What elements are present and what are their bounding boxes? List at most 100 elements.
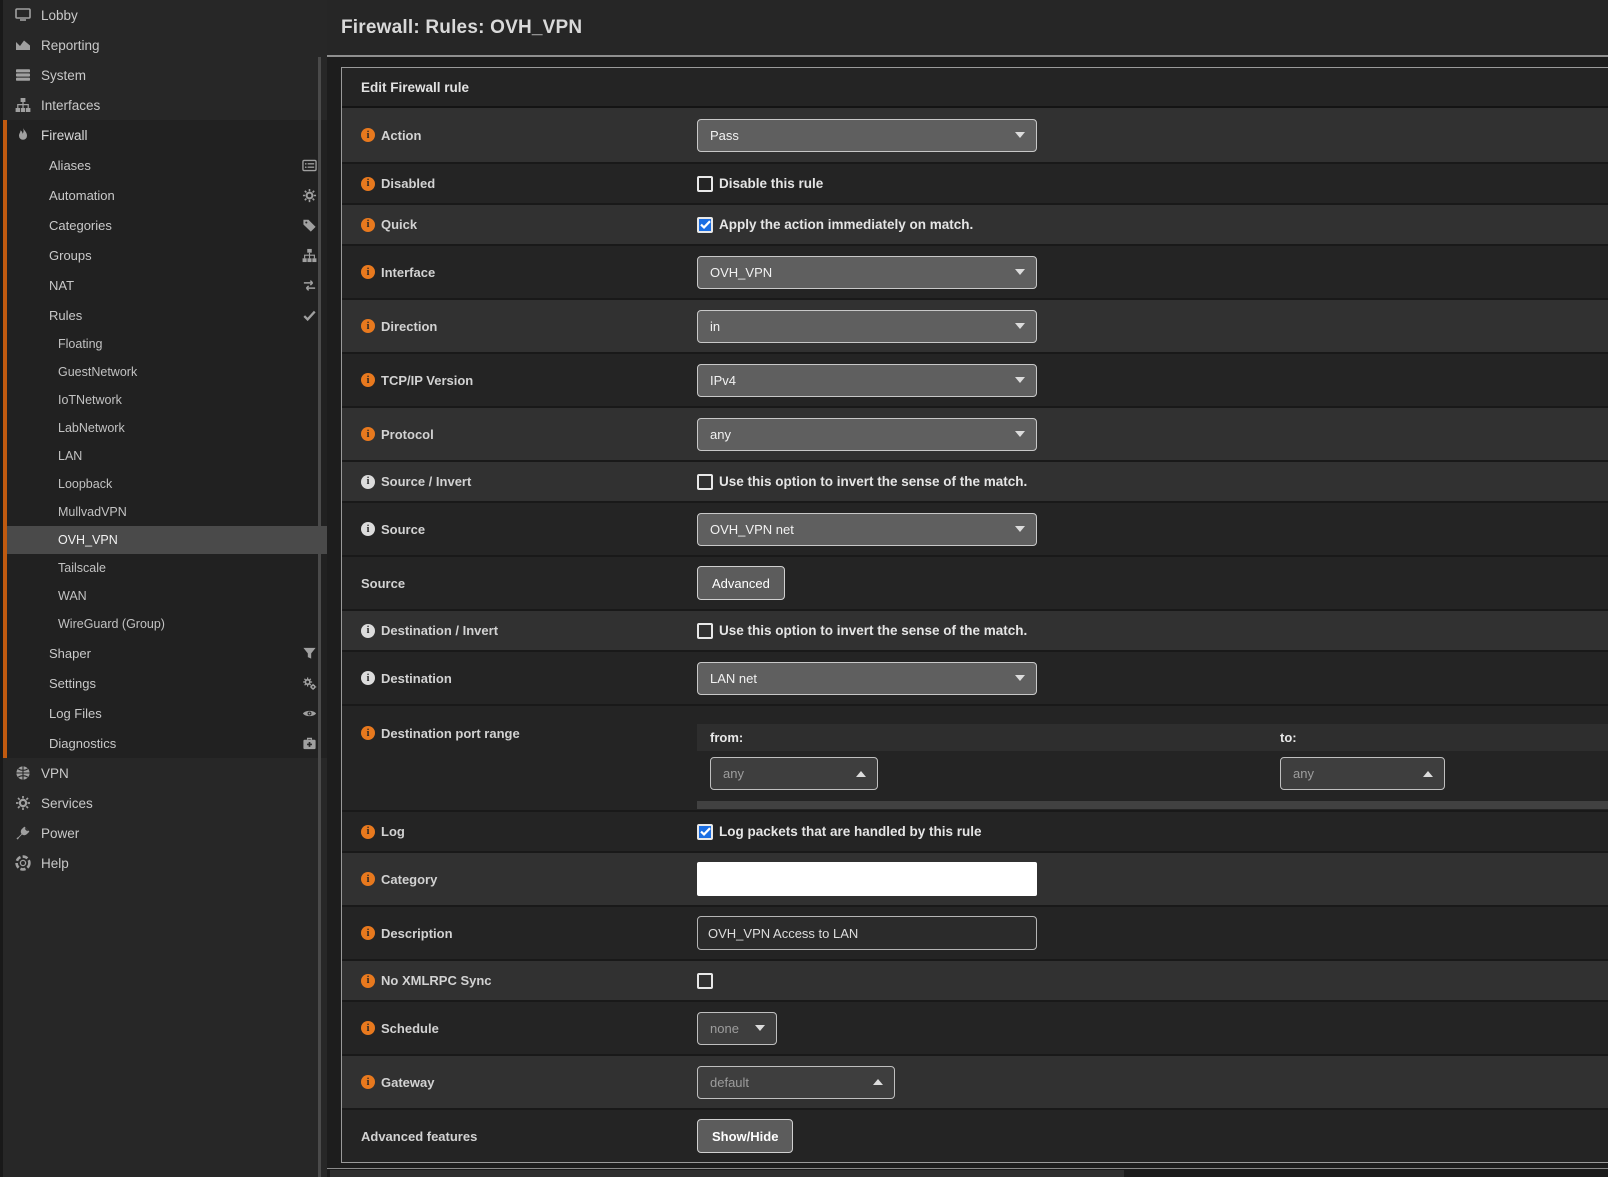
description-input[interactable] [697, 916, 1037, 950]
form-row-schedule: iSchedulenone [342, 1000, 1608, 1054]
sidebar-item-label: IoTNetwork [58, 393, 122, 407]
row-label-cell: iDestination / Invert [342, 611, 697, 650]
sidebar-item-settings[interactable]: Settings [7, 668, 327, 698]
source-select[interactable]: OVH_VPN net [697, 513, 1037, 546]
sidebar-item-interfaces[interactable]: Interfaces [3, 90, 327, 120]
interface-select[interactable]: OVH_VPN [697, 256, 1037, 289]
sidebar-item-power[interactable]: Power [3, 818, 327, 848]
port-from-cell: any [697, 757, 1267, 790]
sidebar-firewall-section: FirewallAliasesAutomationCategoriesGroup… [3, 120, 327, 758]
row-label: Quick [381, 217, 417, 232]
select-value: Pass [710, 128, 739, 143]
port-from-select[interactable]: any [710, 757, 878, 790]
sidebar-item-label: LabNetwork [58, 421, 125, 435]
info-icon[interactable]: i [361, 926, 375, 940]
medkit-icon [301, 736, 317, 751]
sidebar-item-groups[interactable]: Groups [7, 240, 327, 270]
sidebar-item-nat[interactable]: NAT [7, 270, 327, 300]
info-icon[interactable]: i [361, 671, 375, 685]
sidebar-scrollbar[interactable] [318, 57, 321, 1177]
row-label: Gateway [381, 1075, 434, 1090]
info-icon[interactable]: i [361, 319, 375, 333]
sidebar-item-help[interactable]: Help [3, 848, 327, 878]
category-input[interactable] [697, 862, 1037, 896]
info-icon[interactable]: i [361, 726, 375, 740]
source-advanced-button[interactable]: Advanced [697, 566, 785, 600]
gateway-select[interactable]: default [697, 1066, 895, 1099]
info-icon[interactable]: i [361, 1021, 375, 1035]
sidebar-item-rules[interactable]: Rules [7, 300, 327, 330]
advanced-features-button[interactable]: Show/Hide [697, 1119, 793, 1153]
info-icon[interactable]: i [361, 177, 375, 191]
row-control-cell: Disable this rule [697, 164, 1608, 203]
info-icon[interactable]: i [361, 218, 375, 232]
sidebar-item-firewall[interactable]: Firewall [7, 120, 327, 150]
sidebar-item-lobby[interactable]: Lobby [3, 0, 327, 30]
sidebar-item-lan[interactable]: LAN [7, 442, 327, 470]
sidebar-item-wireguard-group[interactable]: WireGuard (Group) [7, 610, 327, 638]
horizontal-scrollbar-thumb[interactable] [330, 1170, 1124, 1177]
sidebar-item-guestnetwork[interactable]: GuestNetwork [7, 358, 327, 386]
info-icon[interactable]: i [361, 624, 375, 638]
info-icon[interactable]: i [361, 522, 375, 536]
sidebar-item-categories[interactable]: Categories [7, 210, 327, 240]
row-label: No XMLRPC Sync [381, 973, 492, 988]
horizontal-scrollbar[interactable] [327, 1168, 1608, 1177]
sidebar-item-label: System [41, 68, 86, 83]
sidebar-item-label: WireGuard (Group) [58, 617, 165, 631]
quick-checkbox[interactable] [697, 217, 713, 233]
destination-select[interactable]: LAN net [697, 662, 1037, 695]
sidebar-item-iotnetwork[interactable]: IoTNetwork [7, 386, 327, 414]
info-icon[interactable]: i [361, 427, 375, 441]
port-to-select[interactable]: any [1280, 757, 1445, 790]
log-checkbox[interactable] [697, 824, 713, 840]
schedule-select[interactable]: none [697, 1012, 777, 1045]
row-label: Description [381, 926, 453, 941]
select-value: default [710, 1075, 749, 1090]
sitemap-icon [14, 97, 31, 113]
info-icon[interactable]: i [361, 475, 375, 489]
info-icon[interactable]: i [361, 373, 375, 387]
action-select[interactable]: Pass [697, 119, 1037, 152]
port-from-label: from: [710, 730, 743, 745]
server-icon [14, 67, 31, 83]
tcpip-version-select[interactable]: IPv4 [697, 364, 1037, 397]
info-icon[interactable]: i [361, 825, 375, 839]
sidebar-item-diagnostics[interactable]: Diagnostics [7, 728, 327, 758]
page-title: Firewall: Rules: OVH_VPN [341, 17, 582, 39]
sidebar-item-reporting[interactable]: Reporting [3, 30, 327, 60]
protocol-select[interactable]: any [697, 418, 1037, 451]
sidebar-item-wan[interactable]: WAN [7, 582, 327, 610]
row-label-cell: Source [342, 557, 697, 609]
sidebar-item-vpn[interactable]: VPN [3, 758, 327, 788]
sitemap-icon [301, 248, 317, 263]
info-icon[interactable]: i [361, 128, 375, 142]
sidebar-item-loopback[interactable]: Loopback [7, 470, 327, 498]
destination-invert-checkbox[interactable] [697, 623, 713, 639]
row-control-cell: OVH_VPN net [697, 503, 1608, 555]
sidebar-item-floating[interactable]: Floating [7, 330, 327, 358]
sidebar-item-ovh-vpn[interactable]: OVH_VPN [7, 526, 327, 554]
source-invert-checkbox[interactable] [697, 474, 713, 490]
sidebar-item-system[interactable]: System [3, 60, 327, 90]
sidebar-item-services[interactable]: Services [3, 788, 327, 818]
sidebar-item-aliases[interactable]: Aliases [7, 150, 327, 180]
sidebar-item-shaper[interactable]: Shaper [7, 638, 327, 668]
info-icon[interactable]: i [361, 1075, 375, 1089]
direction-select[interactable]: in [697, 310, 1037, 343]
sidebar-item-mullvadvpn[interactable]: MullvadVPN [7, 498, 327, 526]
sidebar-item-automation[interactable]: Automation [7, 180, 327, 210]
sidebar-item-tailscale[interactable]: Tailscale [7, 554, 327, 582]
info-icon[interactable]: i [361, 872, 375, 886]
no-xmlrpc-sync-checkbox[interactable] [697, 973, 713, 989]
disabled-checkbox[interactable] [697, 176, 713, 192]
port-range-scrollbar[interactable] [697, 801, 1608, 809]
form-row-gateway: i Gateway default [342, 1054, 1608, 1108]
sidebar-item-labnetwork[interactable]: LabNetwork [7, 414, 327, 442]
info-icon[interactable]: i [361, 265, 375, 279]
sidebar-item-log-files[interactable]: Log Files [7, 698, 327, 728]
page-header: Firewall: Rules: OVH_VPN [327, 0, 1608, 57]
info-icon[interactable]: i [361, 974, 375, 988]
form-row-source-invert: iSource / InvertUse this option to inver… [342, 460, 1608, 501]
cogs-icon [301, 676, 317, 691]
